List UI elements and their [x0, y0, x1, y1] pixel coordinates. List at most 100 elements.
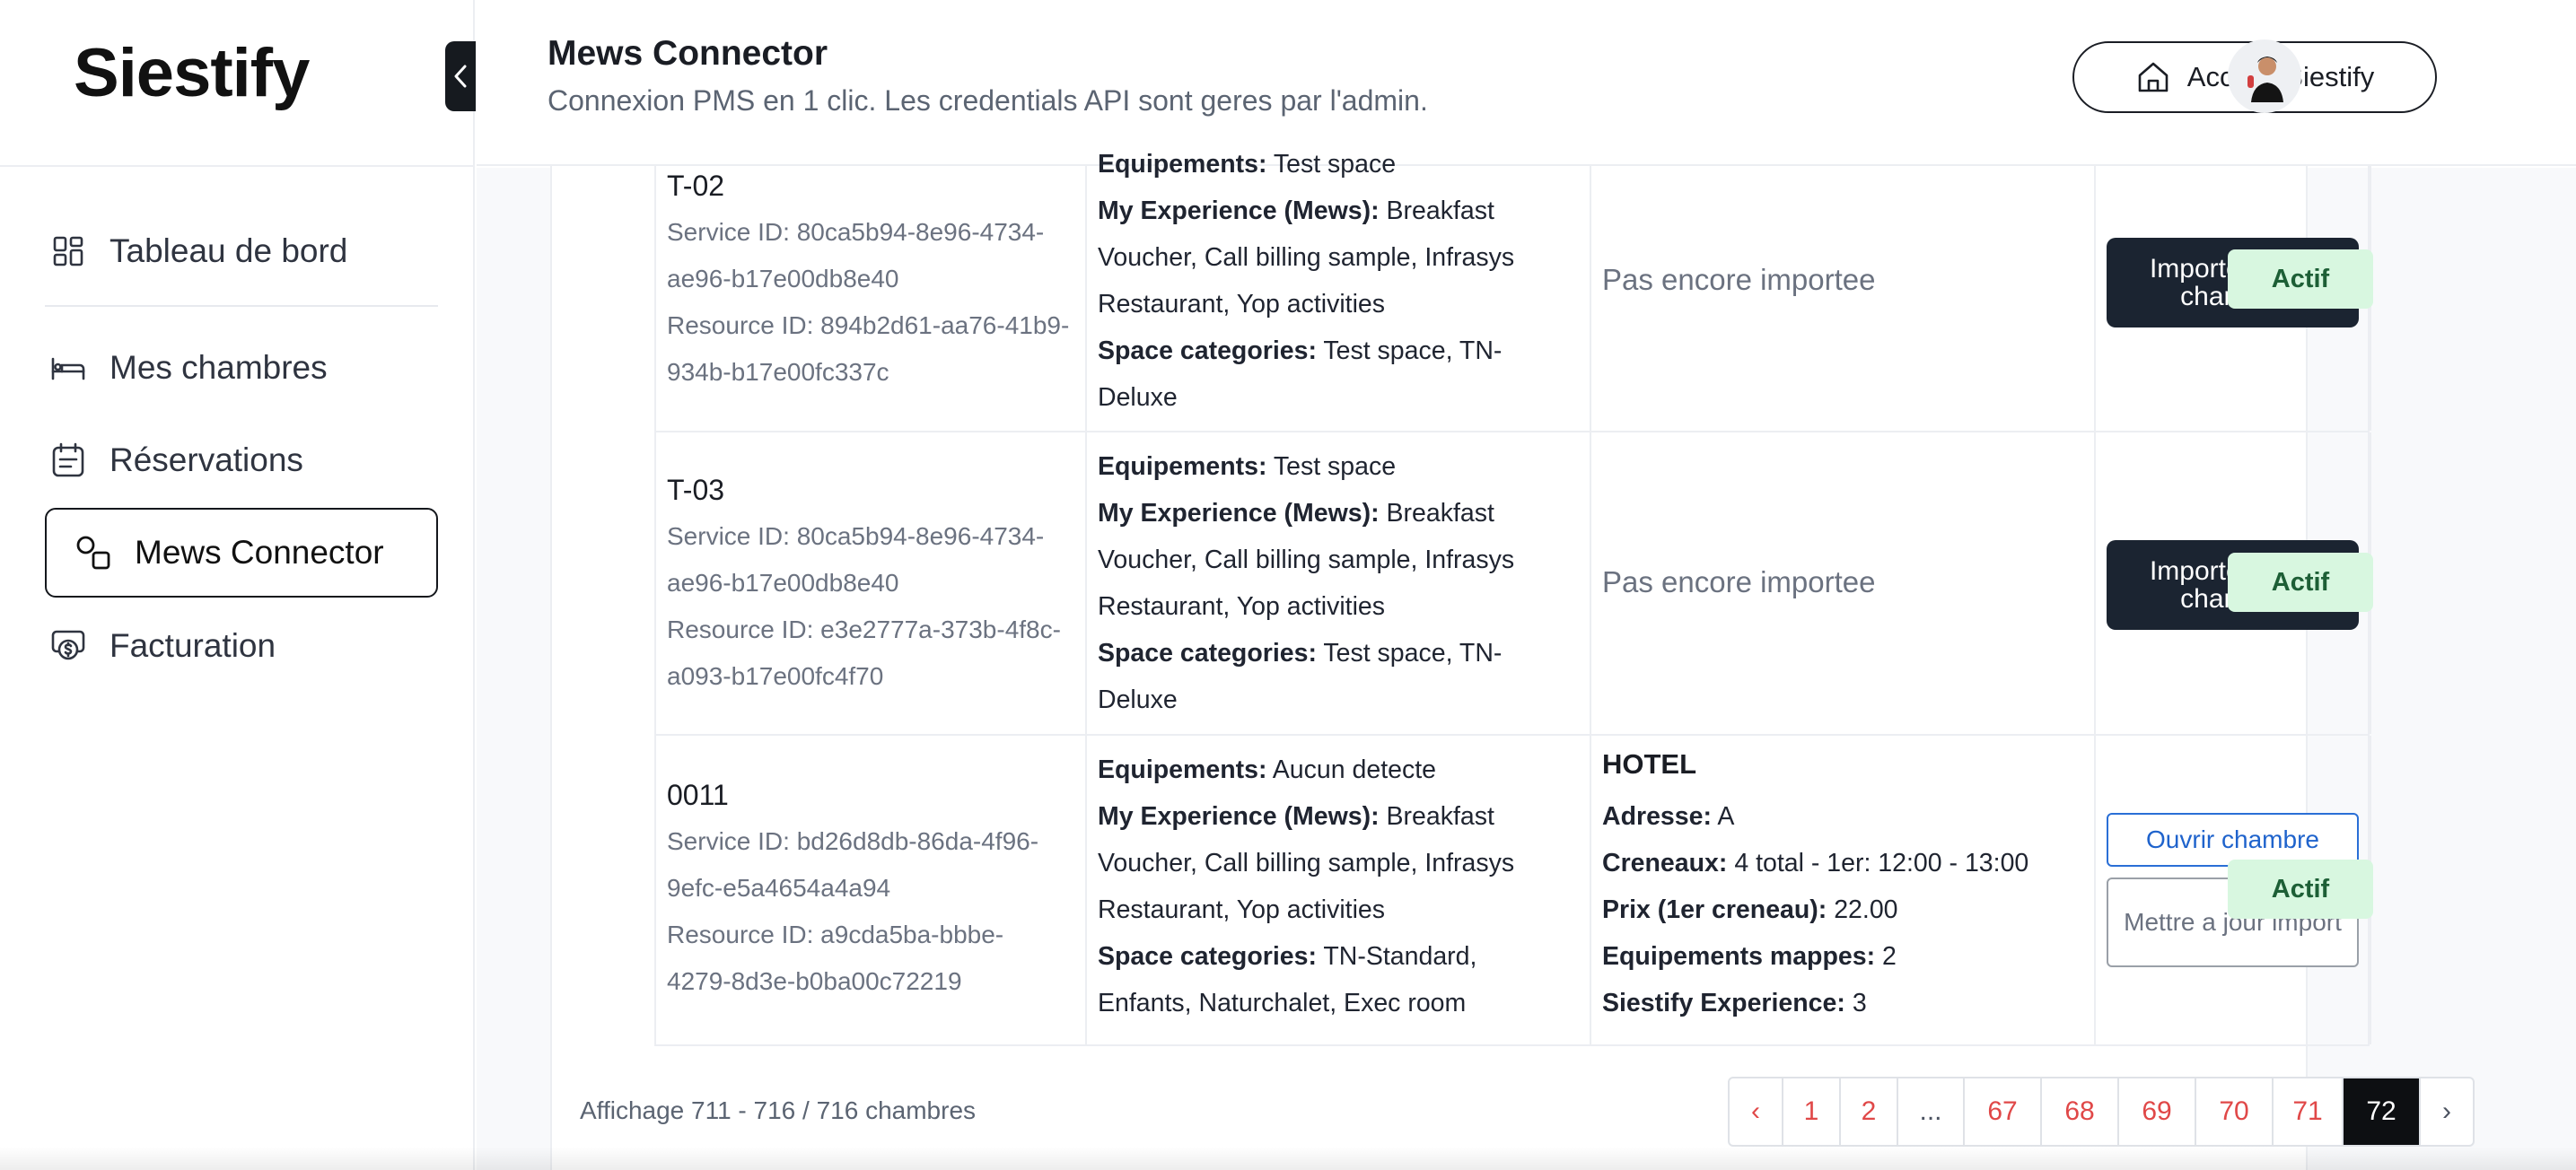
main-content: T-02 Service ID: 80ca5b94-8e96-4734- ae9… — [477, 150, 2576, 1170]
experience-line: Restaurant, Yop activities — [1098, 895, 1386, 924]
pagination: ‹ 1 2 ... 67 68 69 70 71 72 › — [1728, 1077, 2475, 1147]
collapse-sidebar-button[interactable] — [445, 41, 476, 111]
page-header: Mews Connector Connexion PMS en 1 clic. … — [477, 0, 2576, 166]
experience-line: My Experience (Mews): Breakfast — [1098, 499, 1494, 528]
pagination-prev[interactable]: ‹ — [1730, 1078, 1783, 1145]
hotel-slots: Creneaux: 4 total - 1er: 12:00 - 13:00 — [1602, 849, 2029, 878]
sidebar-item-label: Mews Connector — [135, 534, 384, 571]
service-id: ae96-b17e00db8e40 — [667, 265, 899, 292]
service-id: 9efc-e5a4654a4a94 — [667, 874, 891, 902]
hotel-price: Prix (1er creneau): 22.00 — [1602, 895, 1898, 924]
page-title: Mews Connector — [548, 34, 828, 73]
service-id: Service ID: 80ca5b94-8e96-4734- — [667, 218, 1045, 246]
bottom-shadow — [0, 1147, 2576, 1170]
pagination-ellipsis: ... — [1898, 1078, 1965, 1145]
experience-line: My Experience (Mews): Breakfast — [1098, 802, 1494, 831]
space-categories-line: Enfants, Naturchalet, Exec room — [1098, 989, 1467, 1017]
room-identity-cell: T-02 Service ID: 80ca5b94-8e96-4734- ae9… — [656, 166, 1087, 431]
status-badge: Actif — [2228, 249, 2373, 309]
service-id: Service ID: bd26d8db-86da-4f96- — [667, 827, 1039, 855]
sidebar-item-label: Tableau de bord — [110, 232, 348, 269]
resource-id: a093-b17e00fc4f70 — [667, 662, 884, 690]
equipements-line: Equipements: Aucun detecte — [1098, 755, 1437, 784]
equipements-line: Equipements: Test space — [1098, 150, 1397, 179]
sidebar-item-dashboard[interactable]: Tableau de bord — [45, 206, 438, 296]
sidebar-item-label: Réservations — [110, 441, 303, 478]
billing-icon — [47, 624, 90, 668]
room-code: 0011 — [667, 779, 729, 811]
sidebar-item-reservations[interactable]: Réservations — [45, 415, 438, 505]
room-details-cell: Equipements: Test space My Experience (M… — [1087, 150, 1591, 431]
service-id: Service ID: 80ca5b94-8e96-4734- — [667, 522, 1045, 550]
sidebar-item-label: Facturation — [110, 627, 276, 664]
experience-line: Restaurant, Yop activities — [1098, 592, 1386, 621]
service-id: ae96-b17e00db8e40 — [667, 569, 899, 597]
status-badge: Actif — [2228, 860, 2373, 919]
pagination-page[interactable]: 68 — [2042, 1078, 2119, 1145]
import-status: Pas encore importee — [1602, 565, 1876, 598]
resource-id: Resource ID: a9cda5ba-bbbe- — [667, 921, 1004, 948]
home-icon — [2135, 59, 2171, 95]
bed-icon — [47, 346, 90, 389]
status-badge: Actif — [2228, 553, 2373, 612]
resource-id: Resource ID: e3e2777a-373b-4f8c- — [667, 616, 1061, 643]
experience-line: Voucher, Call billing sample, Infrasys — [1098, 546, 1515, 574]
table-row: T-03 Service ID: 80ca5b94-8e96-4734- ae9… — [654, 432, 2373, 736]
room-identity-cell: T-03 Service ID: 80ca5b94-8e96-4734- ae9… — [656, 432, 1087, 734]
pagination-page[interactable]: 1 — [1783, 1078, 1841, 1145]
space-categories-line: Space categories: TN-Standard, — [1098, 942, 1477, 971]
space-categories-line: Space categories: Test space, TN- — [1098, 336, 1503, 365]
table-row: 0011 Service ID: bd26d8db-86da-4f96- 9ef… — [654, 736, 2373, 1046]
experience-line: Voucher, Call billing sample, Infrasys — [1098, 243, 1515, 272]
rooms-panel: T-02 Service ID: 80ca5b94-8e96-4734- ae9… — [550, 150, 2373, 1170]
sidebar-item-mews-connector[interactable]: Mews Connector — [45, 508, 438, 598]
resource-id: 4279-8d3e-b0ba00c72219 — [667, 967, 962, 995]
equipements-line: Equipements: Test space — [1098, 452, 1397, 481]
room-details-cell: Equipements: Test space My Experience (M… — [1087, 432, 1591, 734]
sidebar-divider — [0, 165, 475, 167]
user-avatar-icon — [2247, 57, 2283, 102]
experience-line: Restaurant, Yop activities — [1098, 290, 1386, 319]
pagination-next[interactable]: › — [2421, 1078, 2473, 1145]
hotel-equipment: Equipements mappes: 2 — [1602, 942, 1897, 971]
import-status: Pas encore importee — [1602, 263, 1876, 296]
pagination-page[interactable]: 69 — [2119, 1078, 2196, 1145]
resource-id: Resource ID: 894b2d61-aa76-41b9- — [667, 311, 1070, 339]
room-code: T-02 — [667, 170, 725, 202]
open-room-button[interactable]: Ouvrir chambre — [2107, 813, 2359, 867]
sidebar: Siestify Tableau de bord Mes chambres Ré… — [0, 0, 476, 1170]
pagination-current-page[interactable]: 72 — [2344, 1078, 2421, 1145]
calendar-icon — [47, 439, 90, 482]
pagination-page[interactable]: 71 — [2274, 1078, 2344, 1145]
room-identity-cell: 0011 Service ID: bd26d8db-86da-4f96- 9ef… — [656, 736, 1087, 1044]
table-row: T-02 Service ID: 80ca5b94-8e96-4734- ae9… — [654, 150, 2373, 432]
hotel-name: HOTEL — [1602, 748, 1697, 780]
space-categories-line: Deluxe — [1098, 383, 1178, 412]
sidebar-item-billing[interactable]: Facturation — [45, 601, 438, 691]
resource-id: 934b-b17e00fc337c — [667, 358, 889, 386]
pagination-page[interactable]: 2 — [1841, 1078, 1898, 1145]
dashboard-icon — [47, 230, 90, 273]
avatar[interactable] — [2228, 39, 2301, 113]
pagination-summary: Affichage 711 - 716 / 716 chambres — [580, 1096, 977, 1124]
room-details-cell: Equipements: Aucun detecte My Experience… — [1087, 736, 1591, 1044]
space-categories-line: Space categories: Test space, TN- — [1098, 639, 1503, 668]
experience-line: My Experience (Mews): Breakfast — [1098, 196, 1494, 225]
pagination-page[interactable]: 70 — [2196, 1078, 2274, 1145]
space-categories-line: Deluxe — [1098, 685, 1178, 714]
import-status-cell: Pas encore importee — [1591, 432, 2096, 734]
pagination-page[interactable]: 67 — [1965, 1078, 2042, 1145]
room-code: T-03 — [667, 474, 725, 506]
hotel-address: Adresse: A — [1602, 802, 1735, 831]
experience-line: Voucher, Call billing sample, Infrasys — [1098, 849, 1515, 878]
page-subtitle: Connexion PMS en 1 clic. Les credentials… — [548, 84, 1428, 117]
connector-icon — [72, 531, 115, 574]
sidebar-item-rooms[interactable]: Mes chambres — [45, 323, 438, 413]
sidebar-separator — [45, 305, 438, 307]
brand-logo[interactable]: Siestify — [74, 34, 310, 112]
sidebar-item-label: Mes chambres — [110, 349, 328, 386]
chevron-left-icon — [454, 65, 467, 88]
hotel-info-cell: HOTEL Adresse: A Creneaux: 4 total - 1er… — [1591, 736, 2096, 1044]
import-status-cell: Pas encore importee — [1591, 166, 2096, 431]
hotel-experience: Siestify Experience: 3 — [1602, 989, 1867, 1017]
